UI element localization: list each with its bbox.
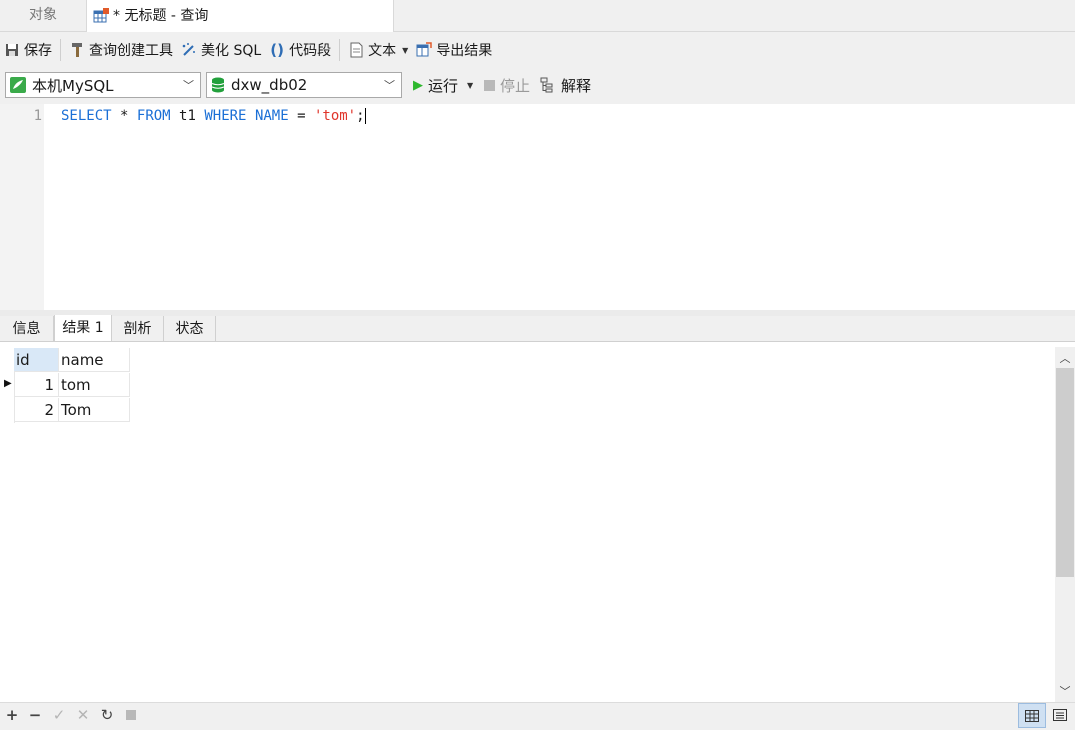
scrollbar-thumb[interactable]	[1056, 368, 1074, 577]
apply-check-icon[interactable]: ✓	[50, 706, 68, 724]
explain-icon	[540, 77, 556, 93]
chevron-down-icon: ﹀	[384, 79, 395, 92]
add-record-icon[interactable]: +	[3, 706, 21, 724]
database-select[interactable]: dxw_db02 ﹀	[206, 72, 402, 98]
stop-icon	[484, 79, 495, 91]
table-cell-id[interactable]: 1	[14, 373, 59, 397]
database-value: dxw_db02	[231, 76, 308, 94]
mysql-connection-icon	[10, 77, 26, 93]
save-icon	[4, 42, 20, 58]
text-mode-button[interactable]: 文本 ▼	[348, 38, 408, 62]
text-mode-label: 文本	[368, 43, 397, 59]
run-label: 运行	[428, 76, 459, 95]
chevron-down-icon: ▼	[402, 45, 409, 55]
tab-query-label: * 无标题 - 查询	[113, 7, 209, 24]
hammer-icon	[69, 42, 85, 58]
explain-label: 解释	[561, 76, 592, 95]
tab-status[interactable]: 状态	[164, 316, 216, 341]
connection-select[interactable]: 本机MySQL ﹀	[5, 72, 201, 98]
tab-objects[interactable]: 对象	[0, 0, 87, 31]
run-button[interactable]: ▶ 运行 ▼	[413, 74, 473, 96]
sql-line[interactable]: SELECT * FROM t1 WHERE NAME = 'tom';	[61, 108, 366, 124]
stop-button[interactable]: 停止	[484, 74, 530, 96]
chevron-down-icon: ﹀	[183, 79, 194, 92]
sql-token: t1	[179, 108, 196, 124]
stop-square-icon[interactable]	[122, 706, 140, 724]
save-button[interactable]: 保存	[4, 38, 52, 62]
export-table-icon	[416, 42, 433, 58]
sql-editor[interactable]	[44, 104, 1075, 310]
table-cell-id[interactable]: 2	[14, 398, 59, 422]
sql-token: *	[120, 108, 129, 124]
parentheses-icon: ()	[270, 41, 285, 59]
tab-result-1[interactable]: 结果 1	[54, 315, 112, 341]
grid-view-icon[interactable]	[1018, 703, 1046, 728]
line-number: 1	[33, 108, 42, 124]
sql-token: ;	[356, 108, 365, 124]
tab-info[interactable]: 信息	[0, 316, 54, 341]
code-snippet-button[interactable]: () 代码段	[269, 38, 331, 62]
sql-keyword: SELECT	[61, 108, 112, 124]
sql-token: =	[297, 108, 306, 124]
chevron-down-icon: ▼	[467, 80, 474, 90]
column-header-name[interactable]: name	[59, 348, 130, 372]
play-icon: ▶	[413, 77, 423, 93]
export-results-button[interactable]: 导出结果	[416, 38, 492, 62]
column-header-id[interactable]: id	[14, 348, 59, 372]
query-builder-label: 查询创建工具	[89, 43, 173, 59]
grid-bottom-bar	[0, 702, 1075, 730]
magic-wand-icon	[181, 42, 197, 58]
delete-record-icon[interactable]: −	[26, 706, 44, 724]
export-results-label: 导出结果	[436, 43, 493, 59]
tab-query[interactable]: * 无标题 - 查询	[87, 0, 394, 32]
document-icon	[348, 42, 364, 58]
cancel-x-icon[interactable]: ✕	[74, 706, 92, 724]
editor-gutter	[0, 104, 44, 310]
beautify-sql-button[interactable]: 美化 SQL	[181, 38, 261, 62]
sql-string: 'tom'	[313, 108, 357, 124]
sql-keyword: WHERE	[204, 108, 247, 124]
scroll-up-icon[interactable]: ︿	[1056, 350, 1074, 366]
explain-button[interactable]: 解释	[540, 74, 591, 96]
connection-value: 本机MySQL	[32, 76, 114, 95]
sql-keyword: NAME	[254, 108, 289, 124]
toolbar-divider	[339, 39, 341, 61]
current-row-arrow-icon: ▶	[4, 378, 12, 389]
code-snippet-label: 代码段	[289, 43, 332, 59]
query-table-icon	[93, 8, 109, 24]
form-view-icon[interactable]	[1050, 706, 1070, 724]
stop-label: 停止	[500, 76, 531, 95]
tab-profile[interactable]: 剖析	[112, 316, 164, 341]
main-toolbar: 保存 查询创建工具 美化 SQL () 代码段 文本 ▼ 导出结果	[0, 32, 1075, 68]
refresh-icon[interactable]: ↻	[98, 706, 116, 724]
table-cell-name[interactable]: tom	[59, 373, 130, 397]
toolbar-divider	[60, 39, 61, 61]
table-cell-name[interactable]: Tom	[59, 398, 130, 422]
text-cursor	[364, 108, 366, 124]
beautify-sql-label: 美化 SQL	[201, 43, 262, 59]
save-label: 保存	[24, 43, 52, 59]
database-icon	[211, 77, 225, 93]
connection-bar: 本机MySQL ﹀ dxw_db02 ﹀ ▶ 运行 ▼ 停止 解释	[0, 68, 1075, 104]
sql-keyword: FROM	[136, 108, 171, 124]
query-builder-button[interactable]: 查询创建工具	[69, 38, 173, 62]
scroll-down-icon[interactable]: ﹀	[1056, 683, 1074, 699]
